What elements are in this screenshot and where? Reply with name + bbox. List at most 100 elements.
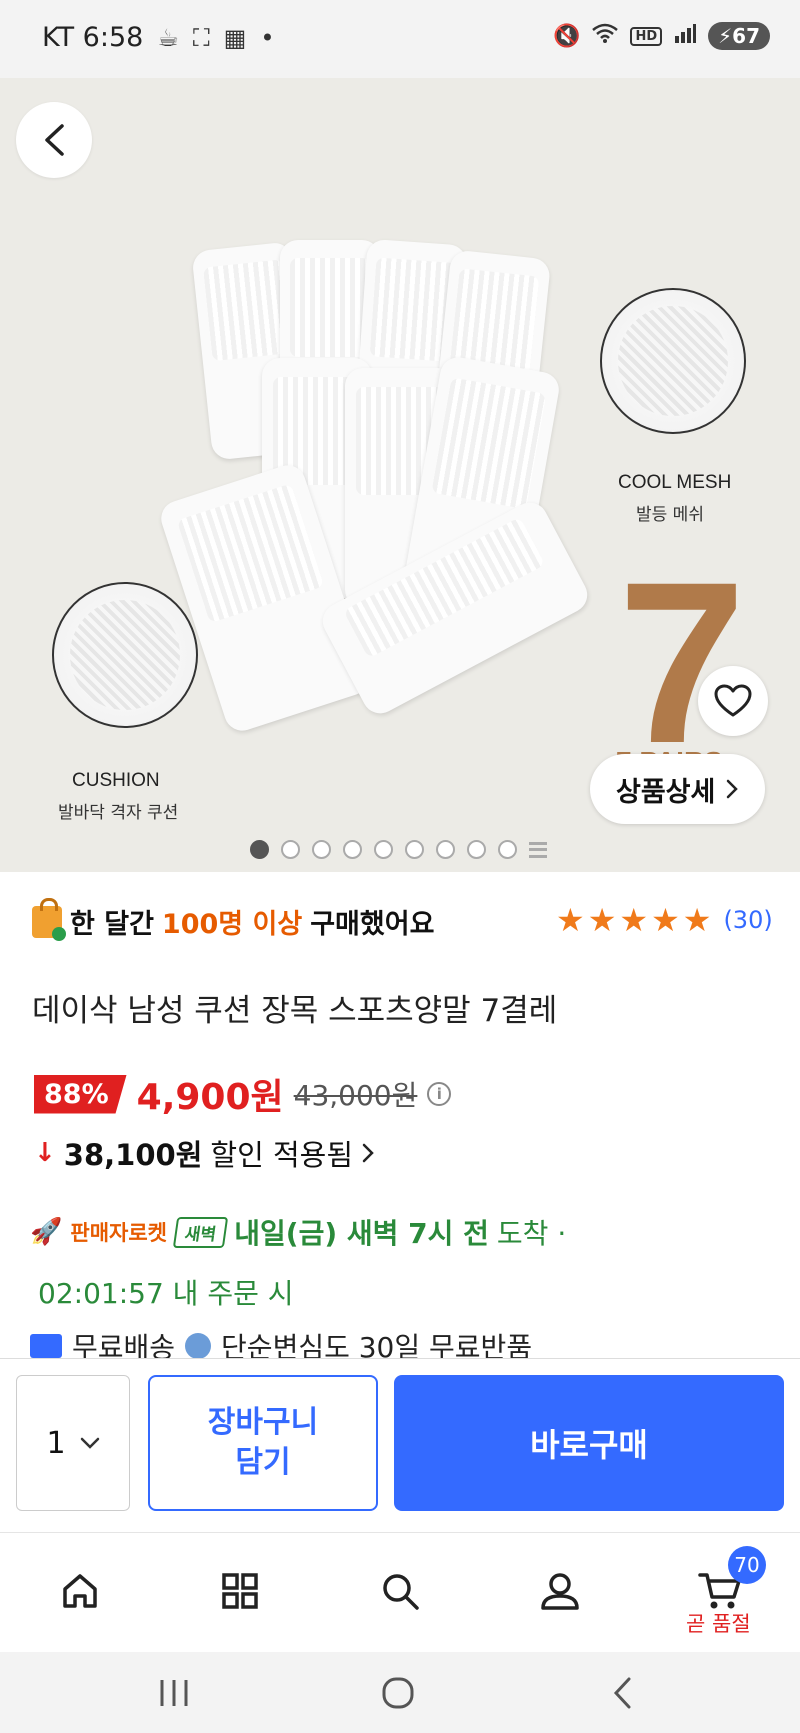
original-price: 43,000원 (293, 1079, 418, 1112)
cool-mesh-title: COOL MESH (618, 472, 732, 493)
carousel-dot[interactable] (467, 840, 486, 859)
signal-icon (674, 23, 697, 49)
discount-badge: 88% (34, 1074, 127, 1114)
cushion-subtitle: 발바닥 격자 쿠션 (58, 803, 179, 823)
seven-pairs-number: 7 (618, 534, 746, 791)
purchase-highlight: 100명 이상 (161, 909, 303, 940)
recent-apps-icon (160, 1680, 188, 1706)
category-grid-icon (222, 1573, 258, 1609)
purchase-prefix: 한 달간 (70, 909, 154, 940)
status-right: 🔇 HD ⚡67 (553, 22, 770, 50)
hd-icon: HD (630, 26, 663, 46)
nav-home[interactable] (50, 1561, 110, 1621)
rating-summary[interactable]: ★ ★ ★ ★ ★ (30) (556, 904, 773, 936)
wifi-icon (592, 23, 619, 49)
arrow-down-icon: ↓ (34, 1138, 56, 1168)
rocket-icon: 🚀 (30, 1217, 63, 1247)
screenshot-icon: ⛶ (192, 23, 210, 52)
status-bar: KT 6:58 ☕ ⛶ ▦ • 🔇 HD ⚡67 (0, 0, 800, 78)
coffee-icon: ☕ (157, 23, 179, 52)
chevron-down-icon (80, 1437, 99, 1449)
carousel-dot[interactable] (374, 840, 393, 859)
discount-applied-row[interactable]: ↓ 38,100원 할인 적용됨 (34, 1132, 375, 1174)
quantity-value: 1 (46, 1425, 66, 1461)
recent-apps-button[interactable] (144, 1668, 204, 1718)
home-circle-icon (382, 1677, 414, 1709)
star-icon: ★ (682, 901, 712, 939)
add-to-cart-line1: 장바구니 (207, 1404, 319, 1440)
dawn-delivery-badge: 새벽 (172, 1216, 229, 1248)
back-button[interactable] (16, 102, 92, 178)
arrival-suffix: 도착 · (496, 1217, 567, 1250)
info-icon[interactable]: i (427, 1082, 452, 1106)
product-detail-button[interactable]: 상품상세 (590, 754, 766, 824)
saved-label: 할인 적용됨 (210, 1138, 354, 1172)
status-left: KT 6:58 ☕ ⛶ ▦ • (42, 22, 275, 53)
purchase-action-bar: 1 장바구니 담기 바로구매 (0, 1358, 800, 1532)
product-title: 데이삭 남성 쿠션 장목 스포츠양말 7결레 (32, 993, 558, 1029)
star-icon: ★ (556, 901, 585, 939)
bottom-navigation (0, 1532, 800, 1652)
heart-icon (714, 684, 752, 717)
review-count[interactable]: (30) (723, 906, 772, 934)
nav-categories[interactable] (210, 1561, 270, 1621)
truck-icon (30, 1334, 62, 1358)
add-to-cart-line2: 담기 (235, 1445, 291, 1480)
carousel-more-icon[interactable] (529, 841, 547, 858)
cushion-detail-image (52, 582, 198, 728)
shopping-bag-icon (32, 897, 66, 941)
quantity-selector[interactable]: 1 (16, 1375, 130, 1511)
arrival-time: 내일(금) 새벽 7시 전 (234, 1217, 489, 1250)
nav-my-account[interactable] (530, 1561, 590, 1621)
back-system-button[interactable] (592, 1668, 652, 1718)
product-image-carousel[interactable]: COOL MESH 발등 메쉬 CUSHION 발바닥 격자 쿠션 7 7 PA… (0, 78, 800, 872)
back-chevron-icon (613, 1677, 631, 1709)
soldout-soon-label: 곧 품절 (686, 1612, 751, 1636)
cool-mesh-detail-image (600, 288, 746, 434)
carousel-dot[interactable] (281, 840, 300, 859)
search-icon (383, 1574, 419, 1610)
free-return-label: 단순변심도 30일 무료반품 (221, 1332, 533, 1360)
carousel-dot[interactable] (436, 840, 455, 859)
cushion-title: CUSHION (72, 770, 160, 791)
cart-count-badge: 70 (728, 1546, 766, 1584)
carousel-indicator[interactable] (250, 840, 547, 859)
seller-rocket-label: 판매자로켓 (70, 1221, 167, 1245)
carousel-dot[interactable] (312, 840, 331, 859)
star-icon: ★ (587, 901, 617, 939)
rating-stars: ★ ★ ★ ★ ★ (556, 904, 711, 936)
more-notifications-dot: • (260, 23, 275, 52)
free-shipping-label: 무료배송 (72, 1332, 176, 1360)
cool-mesh-subtitle: 발등 메쉬 (636, 505, 704, 525)
shipping-return-row: 무료배송 단순변심도 30일 무료반품 (30, 1332, 532, 1360)
star-icon: ★ (619, 901, 649, 939)
sale-price: 4,900원 (136, 1077, 284, 1118)
nav-search[interactable] (370, 1561, 430, 1621)
home-system-button[interactable] (368, 1668, 428, 1718)
buy-now-button[interactable]: 바로구매 (394, 1375, 784, 1511)
add-to-cart-button[interactable]: 장바구니 담기 (148, 1375, 378, 1511)
delivery-info: 🚀 판매자로켓 새벽 내일(금) 새벽 7시 전 도착 · (30, 1212, 566, 1252)
carousel-dot[interactable] (498, 840, 517, 859)
star-icon: ★ (651, 901, 680, 939)
carrier-time: KT 6:58 (42, 22, 144, 53)
battery-indicator: ⚡67 (708, 22, 770, 50)
mute-icon: 🔇 (553, 23, 581, 49)
app-grid-icon: ▦ (223, 23, 247, 52)
chevron-left-icon (45, 124, 64, 156)
chevron-right-icon (727, 779, 739, 799)
return-icon (185, 1333, 212, 1359)
purchase-suffix: 구매했어요 (310, 909, 435, 940)
order-countdown: 02:01:57 내 주문 시 (38, 1277, 294, 1310)
purchase-count-banner: 한 달간 100명 이상 구매했어요 (32, 897, 435, 941)
wishlist-button[interactable] (698, 666, 768, 736)
carousel-dot[interactable] (405, 840, 424, 859)
product-detail-label: 상품상세 (616, 776, 716, 808)
system-navigation-bar (0, 1652, 800, 1733)
chevron-right-icon (362, 1143, 374, 1163)
user-icon (541, 1573, 579, 1610)
home-icon (63, 1574, 97, 1608)
carousel-dot[interactable] (343, 840, 362, 859)
carousel-dot[interactable] (250, 840, 269, 859)
price-row: 88% 4,900원 43,000원 i (34, 1068, 452, 1120)
